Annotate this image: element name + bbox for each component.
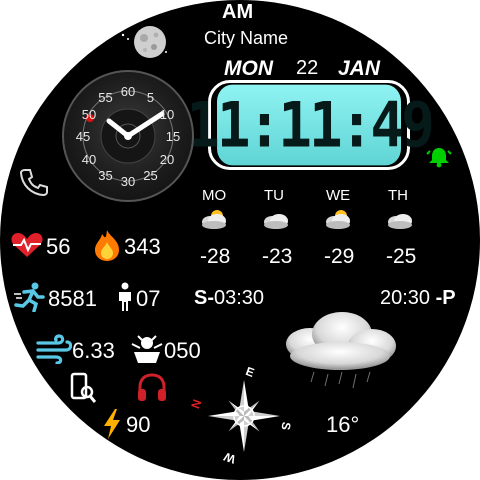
sunrise-label: S-03:30 xyxy=(194,288,264,308)
ampm-label: AM xyxy=(222,1,254,23)
headphones-icon[interactable] xyxy=(136,372,168,402)
runner-icon xyxy=(14,282,46,313)
forecast-temp: -29 xyxy=(324,245,355,268)
city-name: City Name xyxy=(204,28,289,48)
steps-value: 8581 xyxy=(48,286,97,311)
forecast-day[interactable]: WE -29 xyxy=(324,188,368,268)
battery-value: 90 xyxy=(126,412,151,437)
weekday-label: MON xyxy=(224,57,273,80)
sunrise-time: 03:30 xyxy=(214,287,265,309)
dial-number: 15 xyxy=(165,129,181,144)
dial-number: 60 xyxy=(120,84,136,99)
phone-icon[interactable] xyxy=(18,166,50,198)
watch-face: AM City Name MON 22 JAN 11:11:49 60 5 10… xyxy=(0,0,480,480)
dial-number: 35 xyxy=(98,167,113,183)
forecast-temp: -28 xyxy=(200,245,231,268)
dial-number: 30 xyxy=(120,174,136,189)
dial-number: 45 xyxy=(75,129,91,144)
digital-clock[interactable]: 11:11:49 xyxy=(186,80,435,170)
forecast-day-label: TH xyxy=(388,187,408,204)
cloudy-icon xyxy=(386,208,414,235)
partly-cloudy-icon xyxy=(200,208,228,235)
forecast-day-label: MO xyxy=(202,187,227,204)
dial-number: 20 xyxy=(159,151,175,167)
forecast-day[interactable]: TH -25 xyxy=(386,188,430,268)
dial-number: 25 xyxy=(143,167,158,183)
digital-time: 11:11:49 xyxy=(186,84,435,166)
dial-number: 10 xyxy=(159,106,175,122)
date-row: MON 22 JAN xyxy=(224,58,414,82)
stress-value: 050 xyxy=(164,338,201,363)
forecast-day-label: WE xyxy=(326,187,351,204)
sunset-suffix: -P xyxy=(435,287,456,309)
person-icon xyxy=(116,282,134,312)
forecast-day[interactable]: TU -23 xyxy=(262,188,306,268)
day-number: 22 xyxy=(296,57,319,79)
dial-number: 5 xyxy=(146,90,155,106)
forecast-temp: -23 xyxy=(262,245,293,268)
stress-icon xyxy=(130,334,164,364)
temperature-value: 16° xyxy=(326,412,360,437)
analog-dial[interactable]: 60 5 10 15 20 25 30 35 40 45 50 55 xyxy=(62,70,194,202)
find-phone-icon[interactable] xyxy=(70,372,97,404)
distance-value: 6.33 xyxy=(72,338,115,363)
heart-icon xyxy=(10,232,44,258)
dial-number: 50 xyxy=(81,106,97,122)
heart-rate-value: 56 xyxy=(46,234,71,259)
alarm-bell-icon[interactable] xyxy=(426,145,452,169)
wind-icon xyxy=(36,334,73,365)
sunrise-prefix: S- xyxy=(194,287,214,309)
sunset-label: 20:30 -P xyxy=(380,288,456,308)
compass-icon[interactable]: N E S W xyxy=(184,360,304,470)
forecast-day-label: TU xyxy=(264,187,284,204)
cloudy-icon xyxy=(262,208,290,235)
partly-cloudy-icon xyxy=(324,208,352,235)
floors-value: 07 xyxy=(136,286,161,311)
dial-number: 55 xyxy=(98,90,113,106)
moon-phase-icon[interactable] xyxy=(120,22,170,66)
calories-value: 343 xyxy=(124,234,161,259)
dial-number: 40 xyxy=(81,151,97,167)
forecast-temp: -25 xyxy=(386,245,417,268)
sunset-time: 20:30 xyxy=(380,287,431,309)
flame-icon xyxy=(92,228,122,262)
forecast-day[interactable]: MO -28 xyxy=(200,188,244,268)
month-label: JAN xyxy=(338,57,381,80)
battery-bolt-icon xyxy=(102,408,122,440)
